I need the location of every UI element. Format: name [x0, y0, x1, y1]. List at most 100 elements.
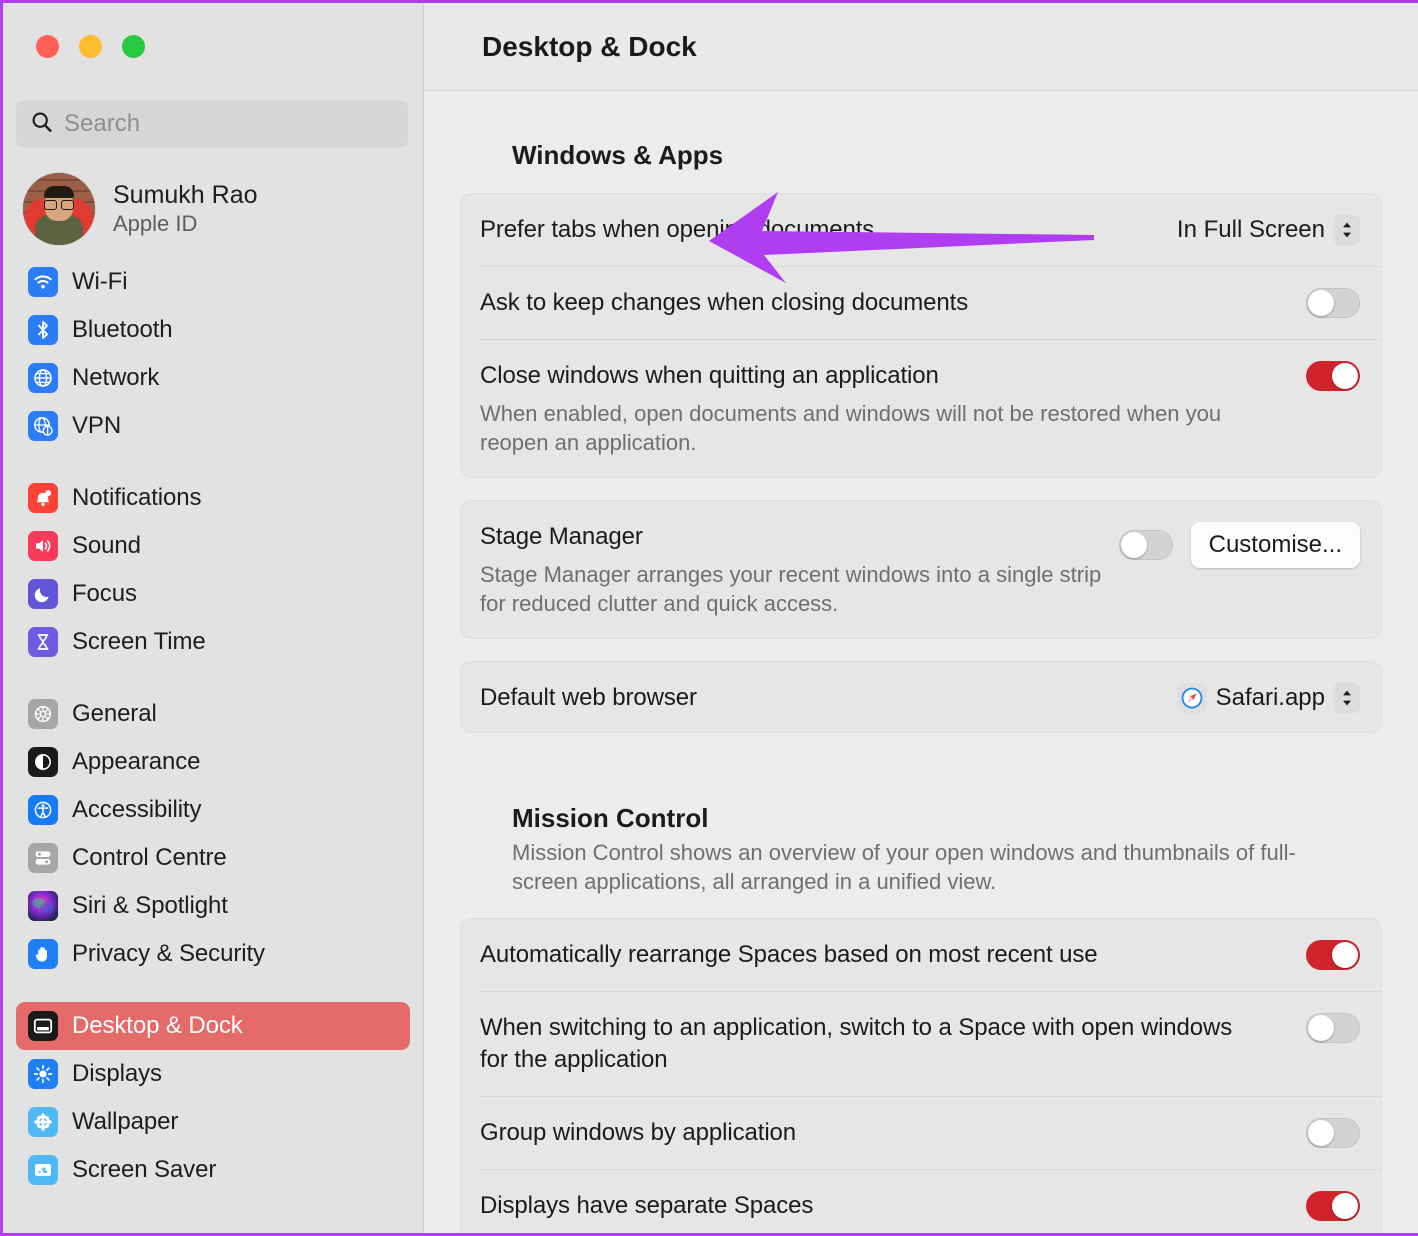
section-heading-windows-apps: Windows & Apps	[512, 140, 724, 170]
control-centre-icon	[28, 843, 58, 873]
sidebar-item-label: Screen Saver	[72, 1156, 217, 1183]
separate-spaces-toggle[interactable]	[1306, 1191, 1360, 1222]
sidebar-item-privacy-security[interactable]: Privacy & Security	[16, 930, 410, 978]
auto-rearrange-spaces-toggle[interactable]	[1306, 940, 1360, 971]
prefer-tabs-popup-button[interactable]: In Full Screen	[1177, 215, 1360, 245]
customise-button[interactable]: Customise...	[1190, 521, 1360, 568]
sidebar-item-label: Wi-Fi	[72, 268, 128, 295]
row-auto-rearrange-spaces[interactable]: Automatically rearrange Spaces based on …	[460, 918, 1382, 991]
sidebar-item-label: Wallpaper	[72, 1108, 179, 1135]
stage-manager-toggle[interactable]	[1118, 529, 1173, 560]
row-label: When switching to an application, switch…	[480, 1014, 1233, 1074]
sidebar-item-accessibility[interactable]: Accessibility	[16, 786, 410, 834]
screen-saver-icon	[28, 1155, 58, 1185]
row-label: Prefer tabs when opening documents	[480, 216, 875, 243]
settings-scroll-area[interactable]: Windows & Apps Prefer tabs when opening …	[424, 91, 1418, 1233]
sidebar-item-label: VPN	[72, 412, 122, 439]
sidebar-item-label: Desktop & Dock	[72, 1012, 243, 1039]
sidebar-item-label: Notifications	[72, 484, 202, 511]
sidebar-item-vpn[interactable]: VPN	[16, 402, 410, 450]
row-group-windows[interactable]: Group windows by application	[460, 1096, 1382, 1169]
sidebar-item-label: Screen Time	[72, 628, 206, 655]
sidebar-item-focus[interactable]: Focus	[16, 570, 410, 618]
sidebar-item-label: Displays	[72, 1060, 162, 1087]
brightness-icon	[28, 1059, 58, 1089]
wallpaper-icon	[28, 1107, 58, 1137]
hourglass-icon	[28, 627, 58, 657]
sidebar-item-wi-fi[interactable]: Wi-Fi	[16, 258, 410, 306]
row-separate-spaces[interactable]: Displays have separate Spaces	[460, 1169, 1382, 1233]
row-label: Group windows by application	[480, 1119, 797, 1147]
accessibility-icon	[28, 795, 58, 825]
sidebar-item-label: Bluetooth	[72, 316, 173, 343]
row-default-web-browser[interactable]: Default web browser Safari.app	[460, 661, 1382, 734]
row-label: Displays have separate Spaces	[480, 1192, 814, 1220]
nav-group-network: Wi-Fi Bluetooth Network VPN	[16, 258, 410, 450]
speaker-icon	[28, 531, 58, 561]
wifi-icon	[28, 267, 58, 297]
sidebar-item-appearance[interactable]: Appearance	[16, 738, 410, 786]
siri-icon	[28, 891, 58, 921]
switch-to-space-toggle[interactable]	[1306, 1013, 1360, 1044]
section-heading-mission-control: Mission Control	[512, 803, 709, 834]
sidebar-item-control-centre[interactable]: Control Centre	[16, 834, 410, 882]
search-field[interactable]	[16, 100, 408, 148]
sidebar-item-notifications[interactable]: Notifications	[16, 474, 410, 522]
row-label: Ask to keep changes when closing documen…	[480, 288, 969, 316]
search-icon	[30, 110, 54, 139]
row-switch-to-space[interactable]: When switching to an application, switch…	[460, 991, 1382, 1096]
sidebar-item-displays[interactable]: Displays	[16, 1050, 410, 1098]
apple-id-account-row[interactable]: Sumukh Rao Apple ID	[3, 148, 423, 248]
sidebar-item-desktop-dock[interactable]: Desktop & Dock	[16, 1002, 410, 1050]
sidebar-item-network[interactable]: Network	[16, 354, 410, 402]
close-windows-on-quit-toggle[interactable]	[1306, 360, 1360, 391]
page-title: Desktop & Dock	[482, 30, 697, 62]
zoom-button[interactable]	[122, 35, 145, 58]
main-header: Desktop & Dock	[424, 3, 1418, 91]
row-ask-keep-changes[interactable]: Ask to keep changes when closing documen…	[460, 265, 1382, 339]
ask-keep-changes-toggle[interactable]	[1306, 287, 1360, 318]
row-close-windows-on-quit[interactable]: Close windows when quitting an applicati…	[460, 338, 1382, 478]
sidebar-item-bluetooth[interactable]: Bluetooth	[16, 306, 410, 354]
sidebar-item-screen-time[interactable]: Screen Time	[16, 618, 410, 666]
chevron-updown-icon	[1334, 215, 1360, 245]
sidebar-item-label: Privacy & Security	[72, 940, 265, 967]
chevron-updown-icon	[1334, 682, 1360, 713]
row-stage-manager[interactable]: Stage Manager Stage Manager arranges you…	[460, 500, 1382, 639]
minimise-button[interactable]	[79, 35, 102, 58]
safari-icon	[1176, 682, 1207, 713]
sidebar-item-label: General	[72, 700, 157, 727]
row-description: Stage Manager arranges your recent windo…	[480, 561, 1102, 617]
sidebar-item-sound[interactable]: Sound	[16, 522, 410, 570]
sidebar-item-wallpaper[interactable]: Wallpaper	[16, 1098, 410, 1146]
group-windows-toggle[interactable]	[1306, 1118, 1360, 1149]
row-prefer-tabs[interactable]: Prefer tabs when opening documents In Fu…	[460, 193, 1382, 266]
desktop-dock-icon	[28, 1011, 58, 1041]
window-controls	[3, 3, 423, 73]
card-window-behaviour: Prefer tabs when opening documents In Fu…	[460, 193, 1382, 478]
sidebar-item-siri-spotlight[interactable]: Siri & Spotlight	[16, 882, 410, 930]
search-input[interactable]	[64, 110, 394, 138]
bluetooth-icon	[28, 315, 58, 345]
sidebar-item-label: Sound	[72, 532, 141, 559]
sidebar-item-label: Focus	[72, 580, 137, 607]
default-browser-popup-button[interactable]: Safari.app	[1176, 682, 1360, 713]
row-label: Stage Manager	[480, 522, 643, 550]
sidebar-item-label: Siri & Spotlight	[72, 892, 228, 919]
sidebar: Sumukh Rao Apple ID Wi-Fi	[3, 3, 424, 1233]
bell-icon	[28, 483, 58, 513]
card-default-browser: Default web browser Safari.app	[460, 660, 1382, 734]
main-panel: Desktop & Dock Windows & Apps Prefer tab…	[424, 3, 1418, 1233]
sidebar-item-screen-saver[interactable]: Screen Saver	[16, 1146, 410, 1194]
appearance-icon	[28, 747, 58, 777]
vpn-globe-icon	[28, 411, 58, 441]
sidebar-item-general[interactable]: General	[16, 690, 410, 738]
settings-window: Sumukh Rao Apple ID Wi-Fi	[0, 0, 1418, 1236]
sidebar-item-label: Network	[72, 364, 160, 391]
row-description: When enabled, open documents and windows…	[480, 400, 1222, 456]
avatar	[23, 173, 95, 245]
close-button[interactable]	[36, 35, 59, 58]
nav-group-display: Desktop & Dock Displays Wallpaper Screen…	[16, 1002, 410, 1194]
section-description-mission-control: Mission Control shows an overview of you…	[512, 840, 1296, 895]
row-label: Close windows when quitting an applicati…	[480, 361, 939, 389]
